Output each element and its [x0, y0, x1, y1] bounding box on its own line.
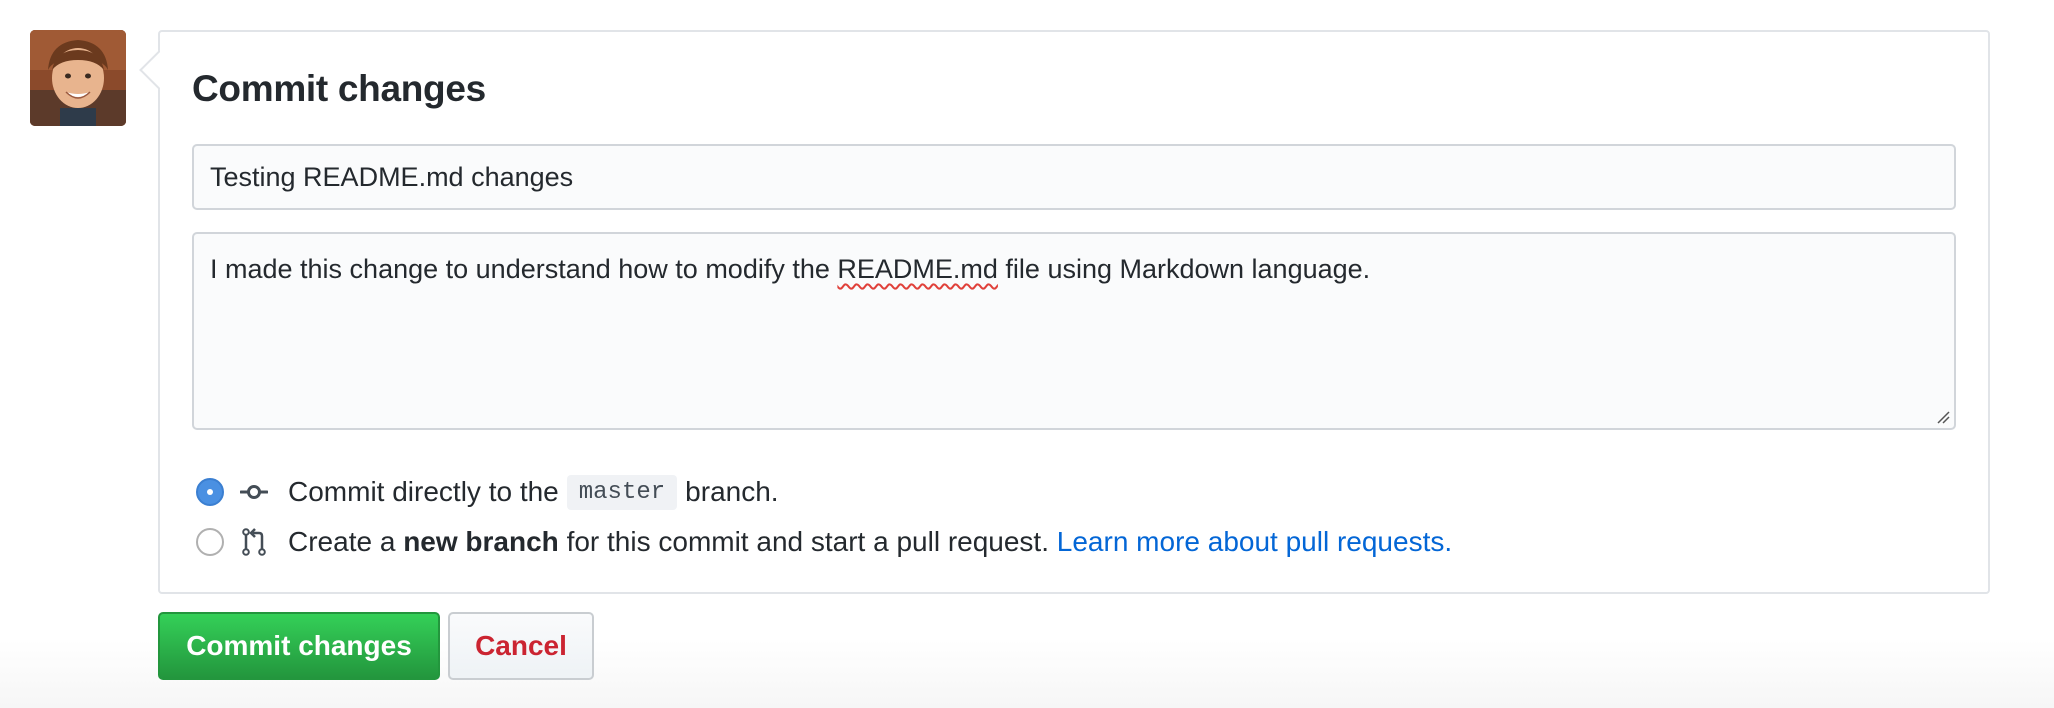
git-pull-request-icon — [242, 528, 266, 556]
avatar-image — [30, 30, 126, 126]
commit-summary-input[interactable] — [192, 144, 1956, 210]
radio-commit-direct[interactable] — [196, 478, 224, 506]
cancel-button[interactable]: Cancel — [448, 612, 594, 680]
description-text-end: file using Markdown language. — [997, 254, 1371, 284]
option-commit-direct[interactable]: Commit directly to the master branch. — [196, 472, 779, 512]
option-new-branch-text: Create a — [288, 526, 396, 557]
git-commit-icon — [240, 485, 268, 499]
option-direct-text: Commit directly to the — [288, 476, 559, 507]
option-direct-text-end: branch. — [685, 476, 779, 507]
new-branch-bold: new branch — [403, 526, 559, 557]
branch-name-code: master — [566, 474, 678, 510]
spellcheck-underlined-word: README.md — [837, 254, 998, 284]
radio-new-branch[interactable] — [196, 528, 224, 556]
commit-description-textarea[interactable]: I made this change to understand how to … — [192, 232, 1956, 430]
form-title: Commit changes — [192, 68, 486, 109]
learn-more-pull-requests-link[interactable]: Learn more about pull requests. — [1057, 526, 1452, 558]
avatar[interactable] — [30, 30, 126, 126]
resize-handle-icon[interactable] — [1936, 410, 1950, 424]
commit-page: Commit changes I made this change to und… — [0, 0, 2054, 708]
commit-changes-button[interactable]: Commit changes — [158, 612, 440, 680]
description-text: I made this change to understand how to … — [210, 254, 838, 284]
option-new-branch-text-end: for this commit and start a pull request… — [566, 526, 1049, 557]
option-new-branch[interactable]: Create a new branch for this commit and … — [196, 522, 1452, 562]
